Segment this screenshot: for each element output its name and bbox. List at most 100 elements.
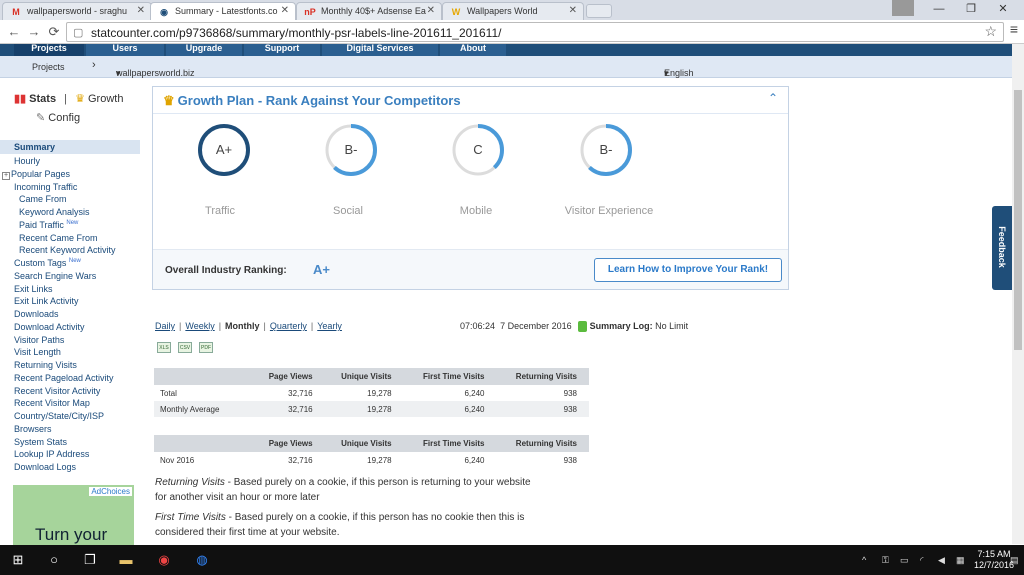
- scrollbar-thumb[interactable]: [1014, 90, 1022, 350]
- sidebar-item[interactable]: Search Engine Wars: [14, 271, 96, 281]
- column-header: First Time Visits: [403, 435, 497, 452]
- sidebar-item[interactable]: Downloads: [14, 309, 59, 319]
- nav-users[interactable]: Users: [86, 44, 164, 56]
- nav-support[interactable]: Support: [244, 44, 320, 56]
- period-weekly[interactable]: Weekly: [185, 321, 214, 331]
- notifications-icon[interactable]: ▤: [1010, 555, 1019, 566]
- sidebar-item[interactable]: Visit Length: [14, 347, 61, 357]
- tray-chevron-icon[interactable]: ^: [862, 555, 866, 565]
- export-csv-icon[interactable]: CSV: [178, 342, 192, 353]
- wifi-icon[interactable]: ◜: [920, 555, 924, 566]
- sidebar-item[interactable]: Recent Visitor Map: [14, 398, 90, 408]
- feedback-button[interactable]: Feedback: [992, 206, 1012, 290]
- sidebar-item[interactable]: Recent Pageload Activity: [14, 373, 114, 383]
- config-tab[interactable]: ✎ Config: [36, 111, 123, 124]
- subnav-projects[interactable]: Projects: [32, 62, 65, 72]
- sidebar-item-label: Custom Tags: [14, 258, 67, 268]
- sidebar-tabs: ▮▮ Stats | ♛ Growth ✎ Config: [14, 92, 123, 124]
- page-info-icon[interactable]: ▢: [73, 26, 83, 39]
- adchoices-badge[interactable]: AdChoices: [89, 487, 132, 496]
- sidebar-item[interactable]: Visitor Paths: [14, 335, 64, 345]
- battery-icon[interactable]: ▭: [900, 555, 909, 566]
- learn-improve-rank-button[interactable]: Learn How to Improve Your Rank!: [594, 258, 782, 282]
- maximize-button[interactable]: ❐: [956, 0, 986, 20]
- minimize-button[interactable]: —: [924, 0, 954, 20]
- keyboard-icon[interactable]: ▦: [956, 555, 965, 566]
- file-explorer-icon[interactable]: ▬: [118, 552, 134, 568]
- sidebar-item[interactable]: Browsers: [14, 424, 52, 434]
- export-xls-icon[interactable]: XLS: [157, 342, 171, 353]
- windows-taskbar: ⊞ ○ ❐ ▬ ◉ ◍ ^ ⚿ ▭ ◜ ◀ ▦ 7:15 AM 12/7/201…: [0, 545, 1024, 575]
- close-tab-icon[interactable]: ✕: [569, 5, 577, 16]
- chrome-icon[interactable]: ◉: [156, 552, 172, 568]
- sidebar-item-label: Search Engine Wars: [14, 270, 97, 281]
- network-icon[interactable]: ⚿: [882, 555, 889, 566]
- close-tab-icon[interactable]: ✕: [427, 5, 435, 16]
- stats-tab[interactable]: ▮▮ Stats: [14, 93, 56, 105]
- sidebar-item[interactable]: Lookup IP Address: [14, 449, 89, 459]
- page-scrollbar[interactable]: [1012, 44, 1024, 544]
- sidebar-item-summary[interactable]: Summary: [0, 140, 140, 154]
- browser-menu-icon[interactable]: ≡: [1010, 21, 1018, 37]
- browser-tab-4[interactable]: W Wallpapers World ✕: [442, 2, 584, 20]
- sidebar-item[interactable]: Came From: [19, 194, 67, 204]
- app-icon[interactable]: ◍: [194, 552, 210, 568]
- expand-icon[interactable]: +: [2, 171, 10, 180]
- nav-projects[interactable]: Projects: [14, 44, 84, 56]
- export-pdf-icon[interactable]: PDF: [199, 342, 213, 353]
- new-tab-button[interactable]: [586, 4, 612, 18]
- sidebar-item[interactable]: System Stats: [14, 437, 67, 447]
- browser-tab-3[interactable]: nP Monthly 40$+ Adsense Ea ✕: [296, 2, 442, 20]
- sidebar-item[interactable]: Exit Link Activity: [14, 296, 79, 306]
- ad-banner[interactable]: AdChoices Turn your: [13, 485, 134, 547]
- growth-tab[interactable]: ♛ Growth: [75, 93, 123, 105]
- sidebar-item[interactable]: Recent Came From: [19, 233, 98, 243]
- sidebar-item[interactable]: Recent Visitor Activity: [14, 386, 100, 396]
- forward-icon[interactable]: →: [26, 24, 42, 39]
- sidebar-item-label: Exit Link Activity: [14, 296, 79, 307]
- sidebar-item[interactable]: + Popular Pages: [2, 169, 70, 180]
- period-quarterly[interactable]: Quarterly: [270, 321, 307, 331]
- table-cell: 938: [563, 455, 577, 465]
- period-yearly[interactable]: Yearly: [317, 321, 342, 331]
- period-monthly[interactable]: Monthly: [225, 321, 260, 331]
- sidebar-item[interactable]: Exit Links: [14, 284, 53, 294]
- reload-icon[interactable]: ⟳: [46, 24, 62, 40]
- sidebar-item[interactable]: Custom Tags New: [14, 258, 81, 268]
- sep: |: [263, 321, 266, 331]
- table-cell: Nov 2016: [160, 455, 195, 465]
- sidebar-item[interactable]: Download Activity: [14, 322, 85, 332]
- sidebar-item[interactable]: Keyword Analysis: [19, 207, 90, 217]
- url-input[interactable]: ▢ statcounter.com/p9736868/summary/month…: [66, 22, 1004, 42]
- sidebar-item-label: Recent Pageload Activity: [14, 372, 114, 383]
- user-profile-icon[interactable]: [892, 0, 914, 16]
- period-daily[interactable]: Daily: [155, 321, 175, 331]
- table-cell: 19,278: [367, 388, 392, 398]
- bookmark-star-icon[interactable]: ☆: [984, 23, 997, 40]
- chevron-up-icon[interactable]: ⌃: [768, 91, 778, 105]
- nav-about[interactable]: About: [440, 44, 506, 56]
- volume-icon[interactable]: ◀: [938, 555, 945, 566]
- sidebar-item[interactable]: Returning Visits: [14, 360, 77, 370]
- nav-upgrade[interactable]: Upgrade: [166, 44, 242, 56]
- sidebar-item[interactable]: Download Logs: [14, 462, 76, 472]
- browser-tab-2[interactable]: ◉ Summary - Latestfonts.co ✕: [150, 2, 296, 20]
- close-window-button[interactable]: ✕: [988, 0, 1018, 20]
- nav-digital-services[interactable]: Digital Services: [322, 44, 438, 56]
- grade-category: Mobile: [459, 205, 493, 217]
- search-icon[interactable]: ○: [46, 552, 62, 568]
- stats-label: Stats: [29, 93, 57, 105]
- sidebar-item[interactable]: Hourly: [14, 156, 40, 166]
- tab-separator: |: [64, 93, 67, 105]
- close-tab-icon[interactable]: ✕: [137, 5, 145, 16]
- close-tab-icon[interactable]: ✕: [281, 5, 289, 16]
- sidebar-item[interactable]: Incoming Traffic: [14, 182, 77, 192]
- sidebar-item[interactable]: Paid Traffic New: [19, 220, 78, 230]
- task-view-icon[interactable]: ❐: [82, 552, 98, 568]
- back-icon[interactable]: ←: [6, 24, 22, 39]
- grade-ring: A+: [197, 123, 251, 177]
- sidebar-item[interactable]: Recent Keyword Activity: [19, 245, 116, 255]
- sidebar-item[interactable]: Country/State/City/ISP: [14, 411, 104, 421]
- windows-start-icon[interactable]: ⊞: [10, 552, 26, 568]
- browser-tab-1[interactable]: M wallpapersworld - sraghu ✕: [2, 2, 152, 20]
